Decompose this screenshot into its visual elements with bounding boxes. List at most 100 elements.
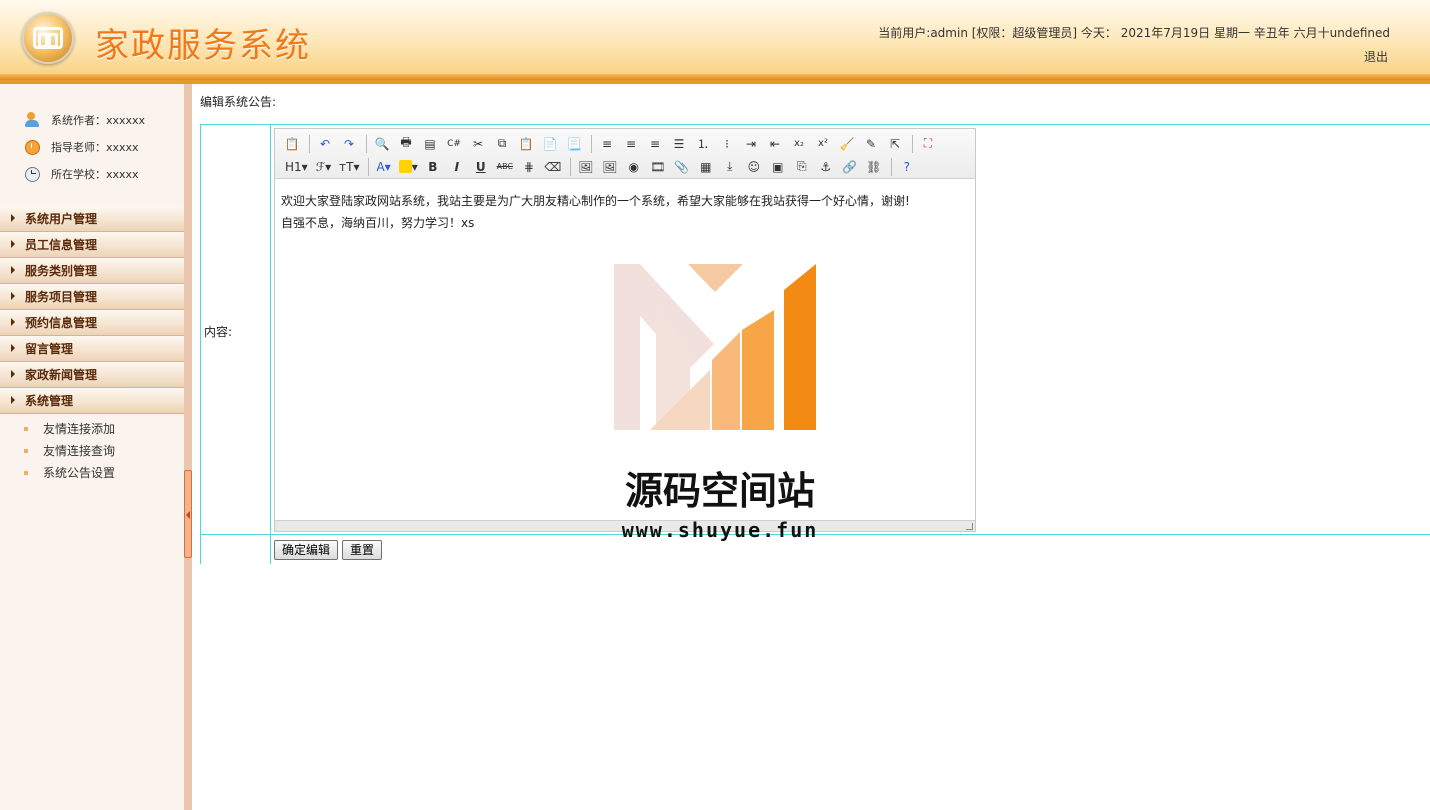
submenu-label: 友情连接添加 bbox=[43, 422, 116, 436]
print-icon[interactable]: 🖶 bbox=[395, 134, 417, 154]
submenu-link-add[interactable]: 友情连接添加 bbox=[0, 418, 184, 440]
paste-icon[interactable]: 📋 bbox=[515, 134, 537, 154]
unlink-icon[interactable]: ⛓ bbox=[863, 157, 885, 177]
underline-icon[interactable]: U bbox=[470, 157, 492, 177]
menu-news[interactable]: 家政新闻管理 bbox=[0, 362, 184, 388]
emoticon-icon[interactable]: ☺ bbox=[743, 157, 765, 177]
help-icon[interactable]: ? bbox=[896, 157, 918, 177]
edit-form-table: 内容: 📋 ↶ ↷ 🔍 🖶 ▤ C# ✂ ⧉ 📋 📄 📃 ≡ ≡ ≡ ☰ ⒈ ⁝… bbox=[200, 124, 1430, 564]
superscript-icon[interactable]: x² bbox=[812, 134, 834, 154]
insert-row-icon[interactable]: ⤓ bbox=[719, 157, 741, 177]
unordered-list-icon[interactable]: ⁝ bbox=[716, 134, 738, 154]
attachment-icon[interactable]: 📎 bbox=[671, 157, 693, 177]
content-label: 内容: bbox=[204, 325, 233, 339]
image-icon[interactable]: 🖼 bbox=[575, 157, 597, 177]
resize-handle-icon[interactable] bbox=[966, 523, 973, 530]
copy-icon[interactable]: ⧉ bbox=[491, 134, 513, 154]
paste-text-icon[interactable]: 📄 bbox=[539, 134, 561, 154]
redo-icon[interactable]: ↷ bbox=[338, 134, 360, 154]
collapse-sidebar-handle[interactable] bbox=[184, 470, 192, 558]
multi-image-icon[interactable]: 🖼 bbox=[599, 157, 621, 177]
picture-icon[interactable]: ▣ bbox=[767, 157, 789, 177]
ordered-list-icon[interactable]: ⒈ bbox=[692, 134, 714, 154]
font-color-dropdown[interactable]: A▾ bbox=[373, 157, 395, 177]
cursor-icon[interactable]: ⇱ bbox=[884, 134, 906, 154]
fullscreen-icon[interactable]: ⛶ bbox=[917, 134, 939, 154]
outdent-icon[interactable]: ⇤ bbox=[764, 134, 786, 154]
submit-button[interactable]: 确定编辑 bbox=[274, 540, 339, 560]
template-icon[interactable]: ▤ bbox=[419, 134, 441, 154]
clear-format-icon[interactable]: 🧹 bbox=[836, 134, 858, 154]
page-break-icon[interactable]: ⎘ bbox=[791, 157, 813, 177]
menu-system-users[interactable]: 系统用户管理 bbox=[0, 206, 184, 232]
clock-icon bbox=[24, 166, 42, 182]
italic-icon[interactable]: I bbox=[446, 157, 468, 177]
caret-right-icon bbox=[11, 318, 15, 326]
cut-icon[interactable]: ✂ bbox=[467, 134, 489, 154]
submenu-link-query[interactable]: 友情连接查询 bbox=[0, 440, 184, 462]
source-code-icon[interactable]: 📋 bbox=[281, 134, 303, 154]
flash-icon[interactable]: ◉ bbox=[623, 157, 645, 177]
menu-system-settings[interactable]: 系统管理 bbox=[0, 388, 184, 414]
anchor-icon[interactable]: ⚓ bbox=[815, 157, 837, 177]
font-size-dropdown[interactable]: ᴛT ▾ bbox=[335, 157, 363, 177]
toolbar-row-1: 📋 ↶ ↷ 🔍 🖶 ▤ C# ✂ ⧉ 📋 📄 📃 ≡ ≡ ≡ ☰ ⒈ ⁝ ⇥ ⇤… bbox=[281, 132, 971, 155]
media-icon[interactable]: 🎞 bbox=[647, 157, 669, 177]
toolbar-separator bbox=[912, 134, 913, 153]
toolbar-separator bbox=[591, 134, 592, 153]
caret-right-icon bbox=[11, 344, 15, 352]
app-title: 家政服务系统 bbox=[95, 26, 311, 66]
code-icon[interactable]: C# bbox=[443, 134, 465, 154]
menu-service-category[interactable]: 服务类别管理 bbox=[0, 258, 184, 284]
toolbar-separator bbox=[309, 134, 310, 153]
horizontal-rule-icon[interactable]: ⋕ bbox=[518, 157, 540, 177]
logout-link[interactable]: 退出 bbox=[1364, 48, 1388, 65]
content-line: 自强不息，海纳百川，努力学习！xs bbox=[281, 216, 475, 230]
subscript-icon[interactable]: x₂ bbox=[788, 134, 810, 154]
submenu-label: 友情连接查询 bbox=[43, 444, 116, 458]
submenu-announcement[interactable]: 系统公告设置 bbox=[0, 462, 184, 484]
undo-icon[interactable]: ↶ bbox=[314, 134, 336, 154]
toolbar-separator bbox=[890, 157, 892, 176]
rich-text-editor: 📋 ↶ ↷ 🔍 🖶 ▤ C# ✂ ⧉ 📋 📄 📃 ≡ ≡ ≡ ☰ ⒈ ⁝ ⇥ ⇤… bbox=[274, 128, 976, 532]
font-family-dropdown[interactable]: ℱ ▾ bbox=[312, 157, 335, 177]
sidebar-menu: 系统用户管理 员工信息管理 服务类别管理 服务项目管理 预约信息管理 留言管理 … bbox=[0, 206, 184, 484]
system-submenu: 友情连接添加 友情连接查询 系统公告设置 bbox=[0, 414, 184, 484]
header-banner: 家政服务系统 当前用户:admin [权限：超级管理员] 今天： 2021年7月… bbox=[0, 0, 1430, 84]
indent-icon[interactable]: ⇥ bbox=[740, 134, 762, 154]
table-border bbox=[200, 124, 1430, 125]
header-stripe bbox=[0, 74, 1430, 80]
caret-right-icon bbox=[11, 214, 15, 222]
preview-icon[interactable]: 🔍 bbox=[371, 134, 393, 154]
menu-service-item[interactable]: 服务项目管理 bbox=[0, 284, 184, 310]
author-text: 系统作者：xxxxxx bbox=[51, 113, 146, 127]
align-justify-icon[interactable]: ☰ bbox=[668, 134, 690, 154]
menu-label: 服务项目管理 bbox=[25, 290, 98, 304]
align-left-icon[interactable]: ≡ bbox=[596, 134, 618, 154]
bullet-icon bbox=[24, 471, 28, 475]
sidebar-splitter[interactable] bbox=[184, 84, 192, 810]
toolbar-row-2: H1 ▾ ℱ ▾ ᴛT ▾ A▾ ▾ B I U ABC ⋕ ⌫ 🖼 🖼 ◉ 🎞… bbox=[281, 155, 971, 178]
select-all-icon[interactable]: ✎ bbox=[860, 134, 882, 154]
alarm-clock-icon bbox=[24, 139, 42, 155]
link-icon[interactable]: 🔗 bbox=[839, 157, 861, 177]
menu-label: 服务类别管理 bbox=[25, 264, 98, 278]
align-center-icon[interactable]: ≡ bbox=[620, 134, 642, 154]
menu-booking-info[interactable]: 预约信息管理 bbox=[0, 310, 184, 336]
heading-dropdown[interactable]: H1 ▾ bbox=[281, 157, 312, 177]
editor-statusbar bbox=[275, 520, 975, 531]
paste-word-icon[interactable]: 📃 bbox=[563, 134, 585, 154]
menu-label: 家政新闻管理 bbox=[25, 368, 98, 382]
editor-content-area[interactable]: 欢迎大家登陆家政网站系统，我站主要是为广大朋友精心制作的一个系统，希望大家能够在… bbox=[275, 180, 975, 520]
bold-icon[interactable]: B bbox=[422, 157, 444, 177]
align-right-icon[interactable]: ≡ bbox=[644, 134, 666, 154]
reset-button[interactable]: 重置 bbox=[342, 540, 383, 560]
menu-employee-info[interactable]: 员工信息管理 bbox=[0, 232, 184, 258]
table-border bbox=[200, 534, 1430, 535]
strikethrough-icon[interactable]: ABC bbox=[494, 157, 516, 177]
highlight-color-dropdown[interactable]: ▾ bbox=[395, 157, 422, 177]
menu-messages[interactable]: 留言管理 bbox=[0, 336, 184, 362]
table-icon[interactable]: ▦ bbox=[695, 157, 717, 177]
eraser-icon[interactable]: ⌫ bbox=[542, 157, 564, 177]
caret-right-icon bbox=[11, 370, 15, 378]
